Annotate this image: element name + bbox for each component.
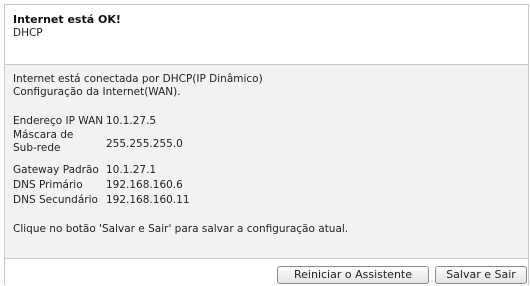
subnet-mask-value: 255.255.255.0	[106, 138, 183, 150]
restart-wizard-button[interactable]: Reiniciar o Assistente	[277, 266, 429, 284]
wizard-panel: Internet está OK! DHCP Internet está con…	[4, 4, 529, 286]
connected-via-text: Internet está conectada por DHCP(IP Dinâ…	[13, 73, 263, 85]
info-box: Internet está conectada por DHCP(IP Dinâ…	[5, 65, 528, 259]
save-and-exit-button[interactable]: Salvar e Sair	[435, 266, 527, 284]
save-instruction: Clique no botão 'Salvar e Sair' para sal…	[13, 223, 349, 235]
button-bar: Reiniciar o Assistente Salvar e Sair	[5, 259, 528, 286]
gateway-label: Gateway Padrão	[13, 164, 99, 176]
connection-type: DHCP	[13, 27, 43, 39]
wan-ip-value: 10.1.27.5	[106, 115, 157, 127]
config-heading: Configuração da Internet(WAN).	[13, 86, 181, 98]
subnet-mask-label: Máscara de Sub-rede	[13, 129, 74, 154]
secondary-dns-value: 192.168.160.11	[106, 194, 190, 206]
wan-ip-label: Endereço IP WAN	[13, 115, 104, 127]
secondary-dns-label: DNS Secundário	[13, 194, 98, 206]
gateway-value: 10.1.27.1	[106, 164, 157, 176]
status-box: Internet está OK! DHCP	[5, 5, 528, 65]
status-title: Internet está OK!	[13, 13, 121, 26]
primary-dns-label: DNS Primário	[13, 179, 83, 191]
primary-dns-value: 192.168.160.6	[106, 179, 183, 191]
